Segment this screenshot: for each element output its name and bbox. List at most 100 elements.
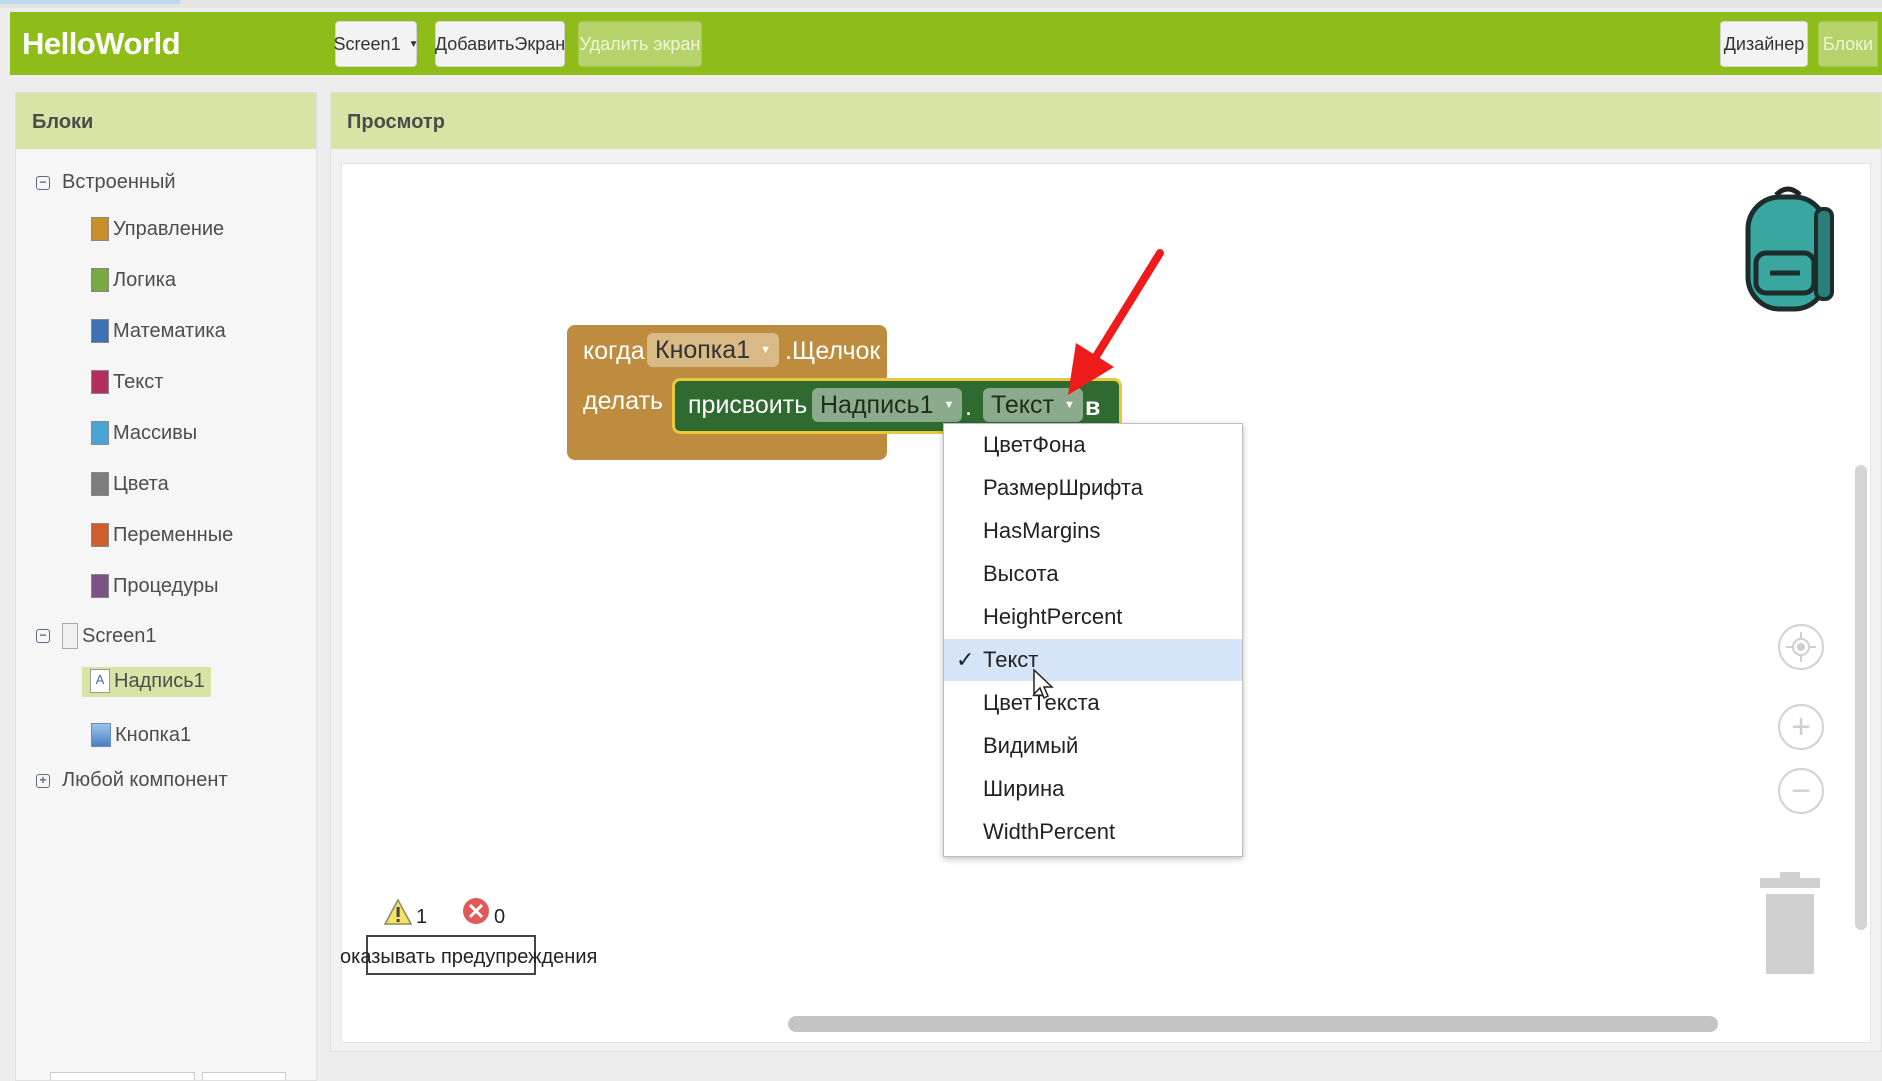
drawer-logic[interactable]: Логика (91, 268, 176, 292)
variables-color-icon (91, 523, 109, 547)
menu-item-height[interactable]: Высота (944, 553, 1242, 595)
tree-screen1-label: Screen1 (82, 624, 157, 647)
menu-item-visible[interactable]: Видимый (944, 725, 1242, 767)
drawer-procedures[interactable]: Процедуры (91, 574, 218, 598)
collapse-icon[interactable]: − (36, 175, 50, 190)
toggle-warnings-label: оказывать предупреждения (340, 946, 598, 968)
drawer-colors[interactable]: Цвета (91, 472, 169, 496)
tree-label1[interactable]: A Надпись1 (82, 667, 211, 697)
target-icon (1786, 632, 1816, 662)
menu-item-label: WidthPercent (983, 819, 1116, 844)
event-name: .Щелчок (785, 337, 881, 365)
panel-button-stub[interactable] (202, 1072, 286, 1080)
when-keyword: когда (583, 337, 645, 365)
dot-separator: . (965, 393, 972, 421)
vertical-scrollbar[interactable] (1855, 465, 1867, 930)
menu-item-hasmargins[interactable]: HasMargins (944, 510, 1242, 552)
logic-color-icon (91, 268, 109, 292)
chevron-down-icon: ▼ (408, 38, 419, 50)
screen-icon (62, 623, 78, 649)
drawer-label: Логика (113, 268, 177, 291)
menu-item-text[interactable]: ✓ Текст (944, 639, 1242, 681)
tree-label1-text: Надпись1 (114, 669, 205, 692)
warning-count: 1 (416, 906, 428, 928)
event-component-label: Кнопка1 (655, 335, 751, 364)
text-color-icon (91, 370, 109, 394)
tree-screen1[interactable]: − Screen1 (36, 623, 157, 649)
collapse-icon[interactable]: − (36, 629, 50, 643)
mouse-cursor-icon (1033, 668, 1054, 700)
drawer-label: Управление (113, 217, 225, 240)
drawer-text[interactable]: Текст (91, 370, 163, 394)
blocks-button[interactable]: Блоки (1818, 21, 1878, 67)
property-dropdown-menu: ЦветФона РазмерШрифта HasMargins Высота … (943, 423, 1243, 857)
blocks-panel: Блоки − Встроенный Управление Логика Мат… (15, 92, 317, 1081)
drawer-label: Массивы (113, 421, 198, 444)
viewer-panel-title: Просмотр (331, 93, 1881, 149)
blocks-panel-title: Блоки (16, 93, 316, 149)
backpack-icon[interactable] (1742, 183, 1840, 313)
expand-icon[interactable]: + (36, 773, 50, 788)
menu-item-heightpercent[interactable]: HeightPercent (944, 596, 1242, 638)
tree-any-component-label: Любой компонент (62, 769, 228, 791)
math-color-icon (91, 319, 109, 343)
procedures-color-icon (91, 574, 109, 598)
recenter-button[interactable] (1778, 624, 1824, 670)
menu-item-label: Текст (983, 647, 1039, 672)
drawer-math[interactable]: Математика (91, 319, 226, 343)
menu-item-backgroundcolor[interactable]: ЦветФона (944, 424, 1242, 466)
designer-button[interactable]: Дизайнер (1720, 21, 1808, 67)
drawer-control[interactable]: Управление (91, 217, 224, 241)
trash-icon[interactable] (1758, 872, 1822, 976)
add-screen-button[interactable]: ДобавитьЭкран (435, 21, 565, 67)
app-inventor-blocks-editor: HelloWorld Screen1 ▼ ДобавитьЭкран Удали… (0, 0, 1882, 1081)
menu-item-label: РазмерШрифта (983, 475, 1143, 500)
warning-icon (384, 898, 412, 925)
chevron-down-icon: ▼ (760, 344, 771, 356)
tree-builtin[interactable]: − Встроенный (36, 171, 176, 194)
screen-select-label: Screen1 (333, 33, 401, 54)
button-component-icon (91, 723, 111, 747)
lists-color-icon (91, 421, 109, 445)
checkmark-icon: ✓ (956, 647, 975, 672)
label-component-icon: A (90, 669, 110, 693)
tree-any-component[interactable]: + Любой компонент (36, 769, 228, 792)
tree-button1-text: Кнопка1 (115, 723, 192, 746)
menu-item-label: HasMargins (983, 518, 1101, 543)
drawer-label: Математика (113, 319, 226, 342)
chevron-down-icon: ▼ (943, 399, 955, 411)
top-toolbar: HelloWorld Screen1 ▼ ДобавитьЭкран Удали… (10, 12, 1882, 75)
menu-item-fontsize[interactable]: РазмерШрифта (944, 467, 1242, 509)
set-component-dropdown[interactable]: Надпись1 ▼ (812, 388, 963, 422)
drawer-variables[interactable]: Переменные (91, 523, 233, 547)
tree-button1[interactable]: Кнопка1 (91, 723, 191, 747)
set-keyword: присвоить (688, 391, 808, 419)
menu-item-textcolor[interactable]: ЦветТекста (944, 682, 1242, 724)
horizontal-scrollbar[interactable] (788, 1016, 1718, 1032)
menu-item-label: Видимый (983, 733, 1079, 758)
control-color-icon (91, 217, 109, 241)
menu-item-width[interactable]: Ширина (944, 768, 1242, 810)
zoom-in-button[interactable]: + (1778, 704, 1824, 750)
event-component-dropdown[interactable]: Кнопка1 ▼ (647, 333, 779, 367)
error-icon (463, 898, 489, 924)
annotation-arrow-icon (1068, 249, 1164, 395)
menu-item-label: Ширина (983, 776, 1065, 801)
remove-screen-button[interactable]: Удалить экран (578, 21, 702, 67)
drawer-label: Цвета (113, 472, 169, 495)
drawer-label: Текст (113, 370, 164, 393)
set-component-label: Надпись1 (820, 390, 934, 419)
drawer-label: Переменные (113, 523, 234, 546)
error-count: 0 (494, 906, 506, 928)
browser-top-strip (0, 0, 1882, 8)
menu-item-widthpercent[interactable]: WidthPercent (944, 811, 1242, 853)
active-tab-indicator (0, 0, 180, 4)
zoom-out-button[interactable]: − (1778, 768, 1824, 814)
drawer-lists[interactable]: Массивы (91, 421, 197, 445)
screen-select-button[interactable]: Screen1 ▼ (333, 21, 419, 67)
panel-button-stub[interactable] (50, 1072, 195, 1080)
do-keyword: делать (583, 387, 664, 415)
drawer-label: Процедуры (113, 574, 219, 597)
menu-item-label: HeightPercent (983, 604, 1123, 629)
menu-item-label: Высота (983, 561, 1059, 586)
